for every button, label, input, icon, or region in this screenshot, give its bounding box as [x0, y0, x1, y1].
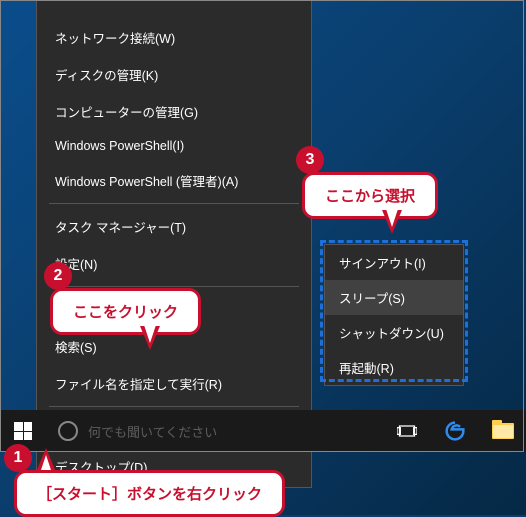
search-placeholder: 何でも聞いてください	[88, 422, 217, 441]
submenu-shutdown[interactable]: シャットダウン(U)	[325, 315, 463, 350]
menu-label: ファイル名を指定して実行(R)	[55, 374, 222, 393]
callout-2-pointer-fill	[144, 325, 156, 343]
step-badge-2: 2	[44, 262, 72, 290]
callout-text: ここをクリック	[73, 304, 178, 321]
callout-text: ［スタート］ボタンを右クリック	[37, 486, 262, 503]
menu-label: サインアウト(I)	[339, 253, 426, 272]
callout-1: ［スタート］ボタンを右クリック	[14, 470, 285, 517]
callout-3: ここから選択	[302, 172, 438, 219]
step-badge-3: 3	[296, 146, 324, 174]
callout-2: ここをクリック	[50, 288, 201, 335]
edge-icon	[445, 421, 465, 441]
cortana-search-box[interactable]: 何でも聞いてください	[46, 410, 286, 452]
menu-label: ネットワーク接続(W)	[55, 28, 175, 47]
menu-cutoff-row	[37, 1, 311, 19]
menu-powershell-admin[interactable]: Windows PowerShell (管理者)(A)	[37, 162, 311, 199]
menu-label: Windows PowerShell(I)	[55, 139, 184, 153]
callout-text: ここから選択	[325, 188, 415, 205]
callout-3-pointer-fill	[386, 209, 398, 227]
shutdown-submenu: サインアウト(I) スリープ(S) シャットダウン(U) 再起動(R)	[324, 244, 464, 386]
taskbar: 何でも聞いてください	[0, 410, 526, 452]
menu-label: タスク マネージャー(T)	[55, 217, 186, 236]
menu-powershell[interactable]: Windows PowerShell(I)	[37, 130, 311, 162]
submenu-restart[interactable]: 再起動(R)	[325, 350, 463, 385]
menu-label: ディスクの管理(K)	[55, 65, 158, 84]
menu-label: スリープ(S)	[339, 288, 405, 307]
menu-computer-management[interactable]: コンピューターの管理(G)	[37, 93, 311, 130]
submenu-sleep[interactable]: スリープ(S)	[325, 280, 463, 315]
taskbar-icons	[384, 410, 526, 452]
menu-separator	[49, 406, 299, 407]
submenu-signout[interactable]: サインアウト(I)	[325, 245, 463, 280]
task-view-button[interactable]	[384, 410, 430, 452]
menu-disk-management[interactable]: ディスクの管理(K)	[37, 56, 311, 93]
menu-settings[interactable]: 設定(N)	[37, 245, 311, 282]
menu-label: 再起動(R)	[339, 358, 394, 377]
menu-label: Windows PowerShell (管理者)(A)	[55, 171, 238, 190]
menu-label: コンピューターの管理(G)	[55, 102, 198, 121]
step-badge-1: 1	[4, 444, 32, 472]
task-view-icon	[397, 421, 417, 441]
folder-icon	[492, 423, 514, 439]
taskbar-edge[interactable]	[432, 410, 478, 452]
menu-task-manager[interactable]: タスク マネージャー(T)	[37, 208, 311, 245]
menu-separator	[49, 286, 299, 287]
menu-network-connections[interactable]: ネットワーク接続(W)	[37, 19, 311, 56]
taskbar-explorer[interactable]	[480, 410, 526, 452]
menu-label: 検索(S)	[55, 337, 97, 356]
menu-separator	[49, 203, 299, 204]
windows-logo-icon	[14, 422, 32, 440]
menu-run[interactable]: ファイル名を指定して実行(R)	[37, 365, 311, 402]
cortana-circle-icon	[58, 421, 78, 441]
menu-label: シャットダウン(U)	[339, 323, 444, 342]
